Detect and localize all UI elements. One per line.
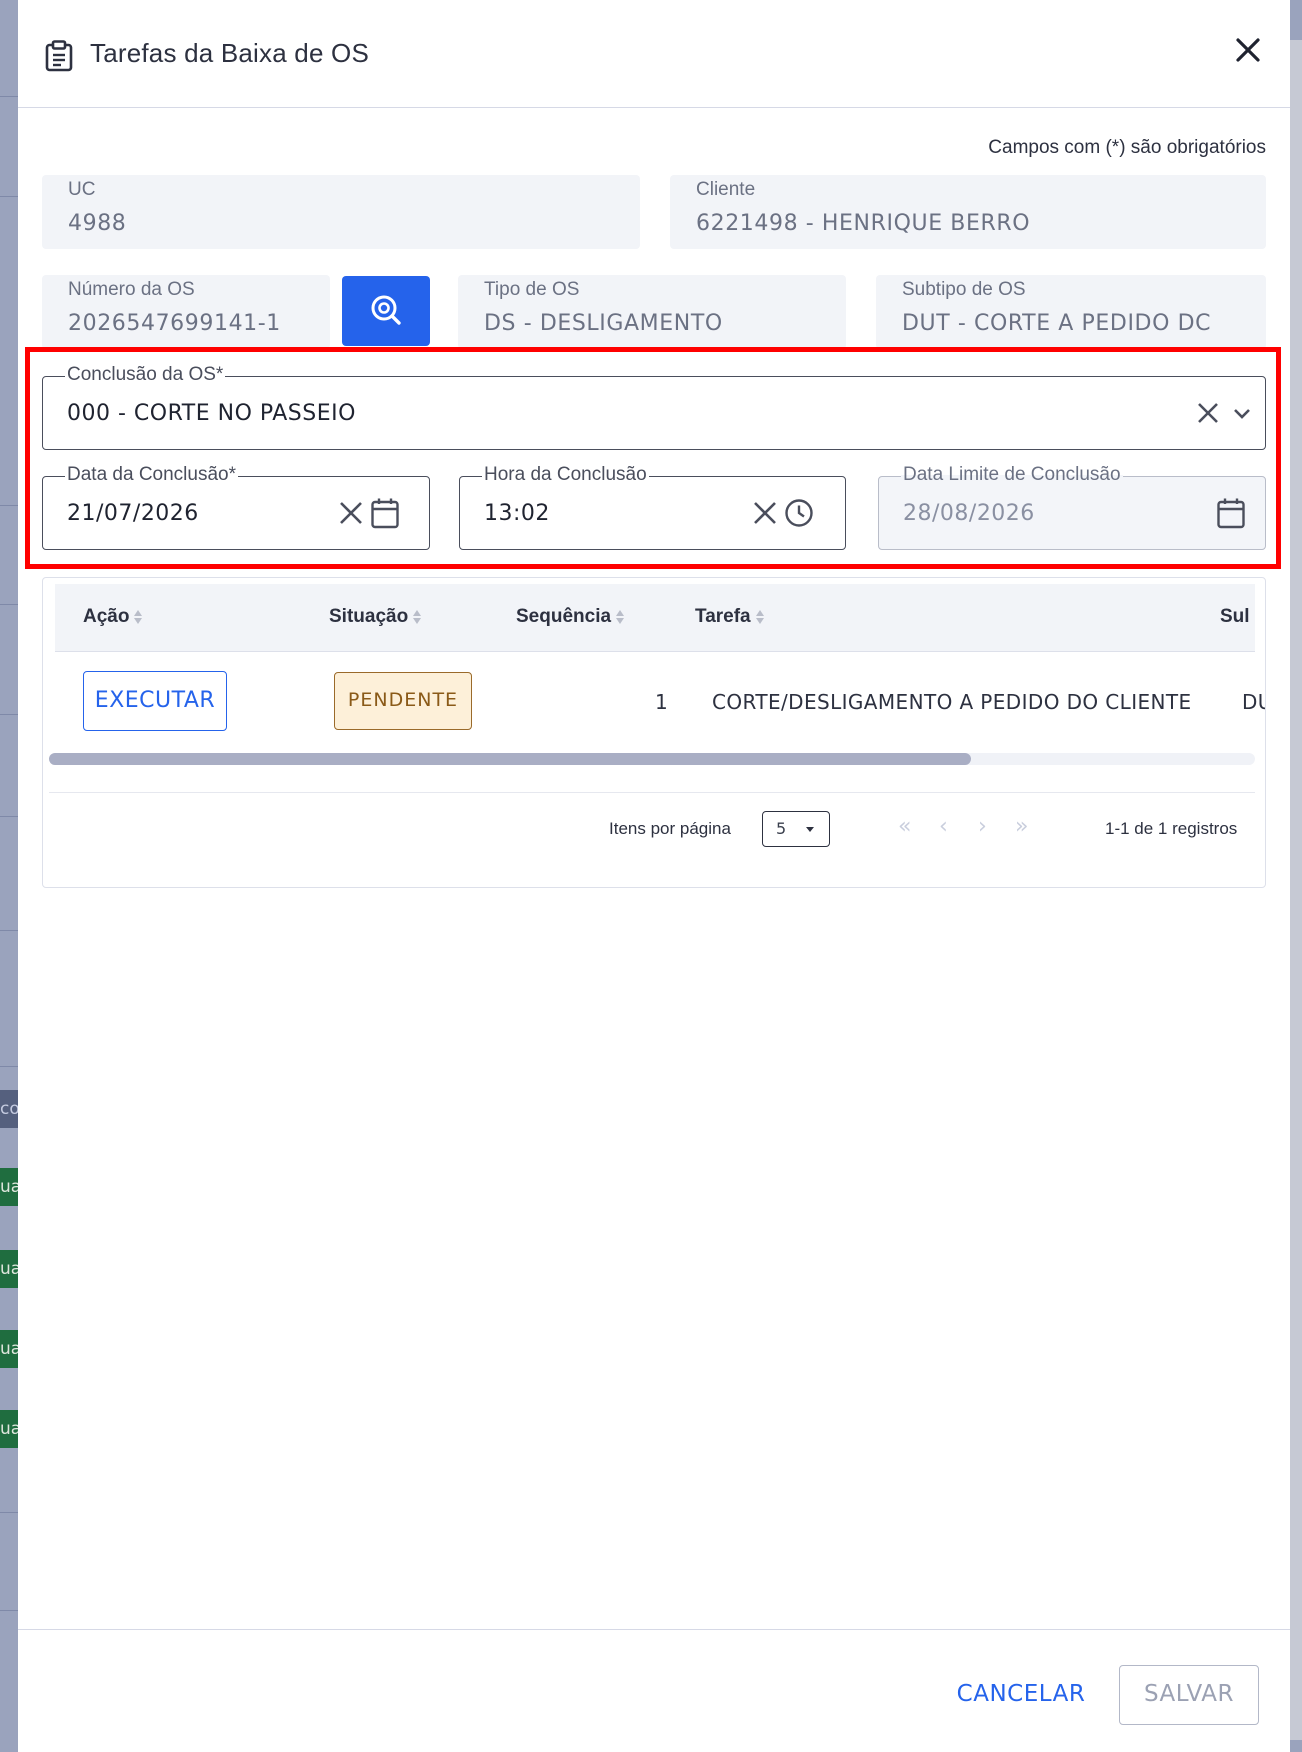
clipboard-icon <box>44 40 74 72</box>
background-divider <box>0 604 18 605</box>
caret-down-icon <box>806 827 814 832</box>
execute-button[interactable]: EXECUTAR <box>83 671 227 731</box>
sequence-cell: 1 <box>655 690 669 714</box>
clock-icon[interactable] <box>784 497 814 529</box>
horizontal-scrollbar-thumb[interactable] <box>49 753 971 765</box>
subtipo-os-field: Subtipo de OS DUT - CORTE A PEDIDO DC <box>876 275 1266 349</box>
subtype-cell: DUT <box>1242 690 1265 714</box>
tipo-os-label: Tipo de OS <box>484 279 580 300</box>
column-header-acao[interactable]: Ação <box>83 606 143 628</box>
tipo-os-field: Tipo de OS DS - DESLIGAMENTO <box>458 275 846 349</box>
background-chip: ua <box>0 1250 18 1288</box>
uc-value: 4988 <box>68 211 127 236</box>
task-modal: Tarefas da Baixa de OS Campos com (*) sã… <box>18 0 1290 1752</box>
background-divider <box>0 714 18 715</box>
items-per-page-select[interactable]: 5 <box>762 811 830 847</box>
page-size-value: 5 <box>776 819 787 838</box>
clear-icon[interactable] <box>1193 397 1223 429</box>
hora-conclusao-field[interactable]: Hora da Conclusão 13:02 <box>459 464 846 550</box>
numero-os-label: Número da OS <box>68 279 195 300</box>
subtipo-os-label: Subtipo de OS <box>902 279 1026 300</box>
clear-icon[interactable] <box>750 497 780 529</box>
background-chip: ua <box>0 1168 18 1206</box>
sort-icon <box>755 609 764 625</box>
required-fields-note: Campos com (*) são obrigatórios <box>988 137 1266 158</box>
numero-os-field: Número da OS 2026547699141-1 <box>42 275 330 349</box>
background-divider <box>0 1512 18 1513</box>
next-page-button[interactable]: › <box>978 814 987 839</box>
clear-icon[interactable] <box>336 497 366 529</box>
hora-conclusao-label: Hora da Conclusão <box>482 464 649 486</box>
subtipo-os-value: DUT - CORTE A PEDIDO DC <box>902 311 1212 336</box>
numero-os-value: 2026547699141-1 <box>68 311 281 336</box>
conclusao-os-value: 000 - CORTE NO PASSEIO <box>67 401 356 426</box>
data-limite-label: Data Limite de Conclusão <box>901 464 1123 486</box>
conclusao-os-label: Conclusão da OS* <box>65 364 226 386</box>
cliente-label: Cliente <box>696 179 756 200</box>
column-header-tarefa[interactable]: Tarefa <box>695 606 764 628</box>
items-per-page-label: Itens por página <box>609 819 731 838</box>
cancel-button[interactable]: CANCELAR <box>946 1670 1096 1718</box>
background-chip: co <box>0 1090 18 1128</box>
modal-header: Tarefas da Baixa de OS <box>18 0 1290 108</box>
cliente-value: 6221498 - HENRIQUE BERRO <box>696 211 1031 236</box>
column-header-situacao[interactable]: Situação <box>329 606 422 628</box>
hora-conclusao-value: 13:02 <box>484 501 550 526</box>
background-divider <box>0 196 18 197</box>
sort-icon <box>134 609 143 625</box>
conclusao-os-select[interactable]: Conclusão da OS* 000 - CORTE NO PASSEIO <box>42 364 1266 450</box>
background-divider <box>0 1610 18 1611</box>
background-chip: ua <box>0 1330 18 1368</box>
chevron-down-icon[interactable] <box>1227 397 1257 429</box>
last-page-button[interactable]: » <box>1015 814 1028 839</box>
save-button[interactable]: SALVAR <box>1119 1665 1259 1725</box>
background-divider <box>0 1066 18 1067</box>
table-header: Ação Situação Sequência Tarefa Sul <box>55 584 1255 652</box>
cliente-field: Cliente 6221498 - HENRIQUE BERRO <box>670 175 1266 249</box>
data-limite-value: 28/08/2026 <box>903 501 1035 526</box>
background-chip: ua <box>0 1410 18 1448</box>
background-divider <box>0 930 18 931</box>
modal-title: Tarefas da Baixa de OS <box>90 38 369 68</box>
uc-field: UC 4988 <box>42 175 640 249</box>
page-scrollbar[interactable] <box>1290 40 1302 1740</box>
first-page-button[interactable]: « <box>898 814 911 839</box>
tipo-os-value: DS - DESLIGAMENTO <box>484 311 723 336</box>
search-icon <box>371 295 401 325</box>
pagination-info: 1-1 de 1 registros <box>1105 819 1238 838</box>
tasks-table: Ação Situação Sequência Tarefa Sul EXECU… <box>42 577 1266 888</box>
task-cell: CORTE/DESLIGAMENTO A PEDIDO DO CLIENTE <box>712 690 1192 714</box>
data-conclusao-field[interactable]: Data da Conclusão* 21/07/2026 <box>42 464 430 550</box>
column-header-subtipo[interactable]: Sul <box>1220 606 1250 628</box>
background-divider <box>0 505 18 506</box>
calendar-icon <box>1216 497 1246 529</box>
data-limite-field: Data Limite de Conclusão 28/08/2026 <box>878 464 1266 550</box>
sort-icon <box>616 609 625 625</box>
background-divider <box>0 816 18 817</box>
data-conclusao-label: Data da Conclusão* <box>65 464 238 486</box>
search-os-button[interactable] <box>342 276 430 346</box>
status-badge: PENDENTE <box>334 672 472 730</box>
background-divider <box>0 96 18 97</box>
close-icon[interactable] <box>1232 34 1264 66</box>
data-conclusao-value: 21/07/2026 <box>67 501 199 526</box>
calendar-icon[interactable] <box>370 497 400 529</box>
column-header-sequencia[interactable]: Sequência <box>516 606 625 628</box>
footer-divider <box>18 1629 1290 1630</box>
previous-page-button[interactable]: ‹ <box>939 814 948 839</box>
sort-icon <box>413 609 422 625</box>
table-divider <box>49 792 1255 793</box>
uc-label: UC <box>68 179 96 200</box>
